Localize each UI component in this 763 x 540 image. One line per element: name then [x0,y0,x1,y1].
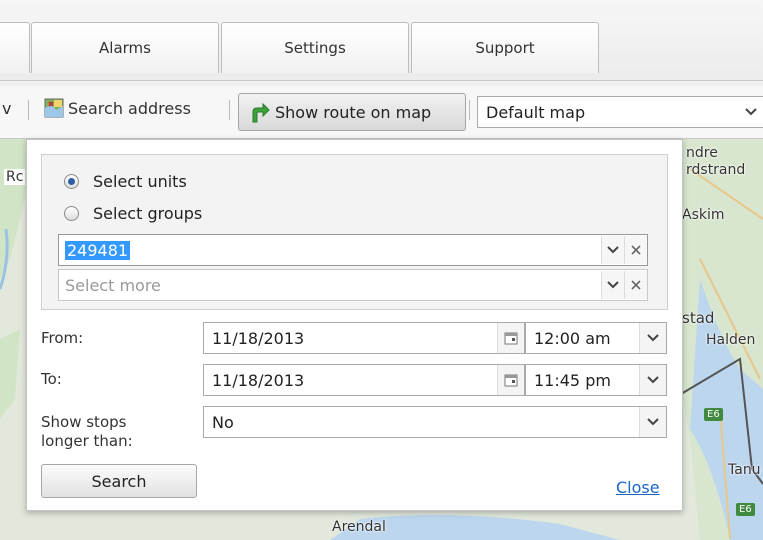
from-date-field[interactable]: 11/18/2013 [203,322,525,354]
map-label: Tanu [728,462,761,478]
radio-select-units-label: Select units [93,172,187,191]
radio-select-groups[interactable]: Select groups [64,204,202,223]
map-label: ndre [686,145,718,161]
chevron-down-icon[interactable] [639,407,666,437]
from-label: From: [41,329,84,347]
close-link[interactable]: Close [616,478,660,497]
show-route-button[interactable]: Show route on map [238,93,466,131]
chevron-down-icon[interactable] [601,236,624,264]
toolbar-divider [469,100,470,120]
map-label: Halden [706,332,756,348]
radio-select-units[interactable]: Select units [64,172,187,191]
map-label: Rc [4,169,26,185]
chevron-down-icon[interactable] [639,365,666,395]
close-icon[interactable] [624,271,647,299]
toolbar-partial-button[interactable]: v [2,99,11,118]
toolbar-divider [229,100,230,120]
to-date-field[interactable]: 11/18/2013 [203,364,525,396]
stops-select[interactable]: No [203,406,667,438]
from-date-value: 11/18/2013 [212,328,305,348]
road-badge: E6 [704,408,723,421]
tab-settings[interactable]: Settings [221,22,409,73]
route-dialog: Select units Select groups 249481 Select… [26,139,683,511]
map-type-value: Default map [486,102,586,122]
toolbar-divider [28,100,29,120]
stops-label-line1: Show stops [41,413,127,431]
tab-settings-label: Settings [284,39,346,57]
map-label: Askim [682,207,725,223]
search-address-button[interactable]: Search address [44,98,191,118]
stops-label-line2: longer than: [41,432,133,450]
to-label: To: [41,370,62,388]
stops-value: No [212,412,234,432]
to-date-value: 11/18/2013 [212,370,305,390]
close-icon[interactable] [624,236,647,264]
tab-alarms-label: Alarms [99,39,151,57]
select-more-combo[interactable]: Select more [58,269,648,301]
map-type-select[interactable]: Default map [477,96,763,128]
map-label: rdstrand [686,162,746,178]
unit-value: 249481 [65,240,131,260]
search-button[interactable]: Search [41,464,197,498]
to-time-select[interactable]: 11:45 pm [525,364,667,396]
unit-selection-panel: Select units Select groups 249481 Select… [41,154,668,310]
map-icon [44,98,64,118]
calendar-icon[interactable] [497,323,524,353]
chevron-down-icon[interactable] [601,271,624,299]
road-badge: E6 [736,503,755,516]
show-route-label: Show route on map [275,102,432,122]
map-label: Arendal [332,519,386,535]
radio-select-groups-label: Select groups [93,204,203,223]
radio-checked-icon[interactable] [64,174,79,189]
calendar-icon[interactable] [497,365,524,395]
tab-bar: Alarms Settings Support [0,0,763,81]
map-label: stad [682,309,715,327]
select-more-input[interactable]: Select more [59,276,601,295]
radio-unchecked-icon[interactable] [64,206,79,221]
route-arrow-icon [249,100,271,124]
tab-support-label: Support [475,39,535,57]
chevron-down-icon[interactable] [639,323,666,353]
tab-alarms[interactable]: Alarms [31,22,219,73]
chevron-down-icon[interactable] [738,97,763,127]
unit-input[interactable]: 249481 [59,240,601,260]
tab-previous[interactable] [0,22,30,73]
stops-label: Show stops longer than: [41,413,133,451]
map-toolbar: v Search address Show route on map Defau… [0,86,763,139]
tab-support[interactable]: Support [411,22,599,73]
to-time-value: 11:45 pm [534,370,611,390]
search-address-label: Search address [68,98,191,118]
from-time-select[interactable]: 12:00 am [525,322,667,354]
unit-combo[interactable]: 249481 [58,234,648,266]
from-time-value: 12:00 am [534,328,611,348]
